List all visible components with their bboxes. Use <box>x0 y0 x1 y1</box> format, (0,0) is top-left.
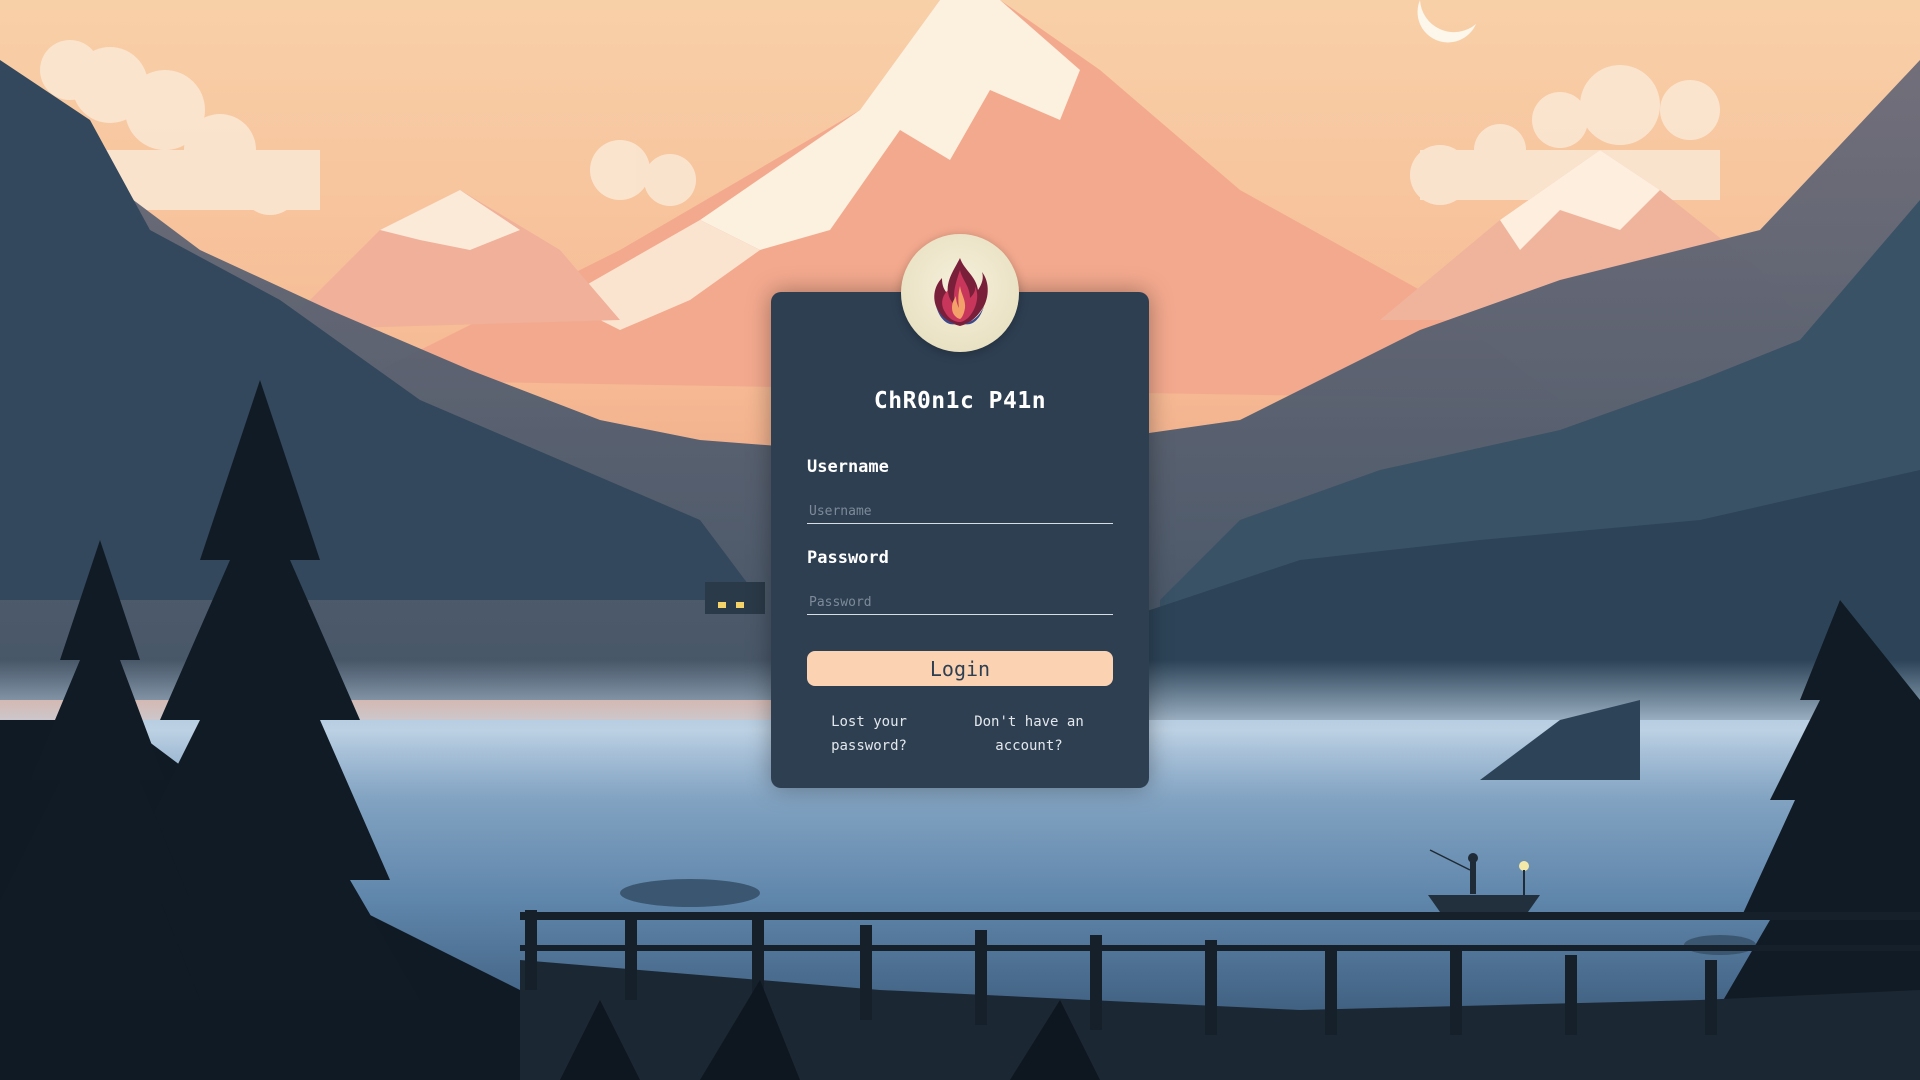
username-input[interactable] <box>807 496 1113 524</box>
password-label: Password <box>807 548 889 568</box>
logo-avatar <box>901 234 1019 352</box>
flame-icon <box>934 258 988 326</box>
login-card: ChR0n1c P41n Username Password Login Los… <box>771 234 1149 788</box>
app-title: ChR0n1c P41n <box>873 388 1047 414</box>
lost-password-link[interactable]: Lost your password? <box>816 710 922 758</box>
password-input[interactable] <box>807 587 1113 615</box>
username-label: Username <box>807 457 889 477</box>
register-link[interactable]: Don't have an account? <box>965 710 1093 758</box>
login-button[interactable]: Login <box>807 651 1113 686</box>
